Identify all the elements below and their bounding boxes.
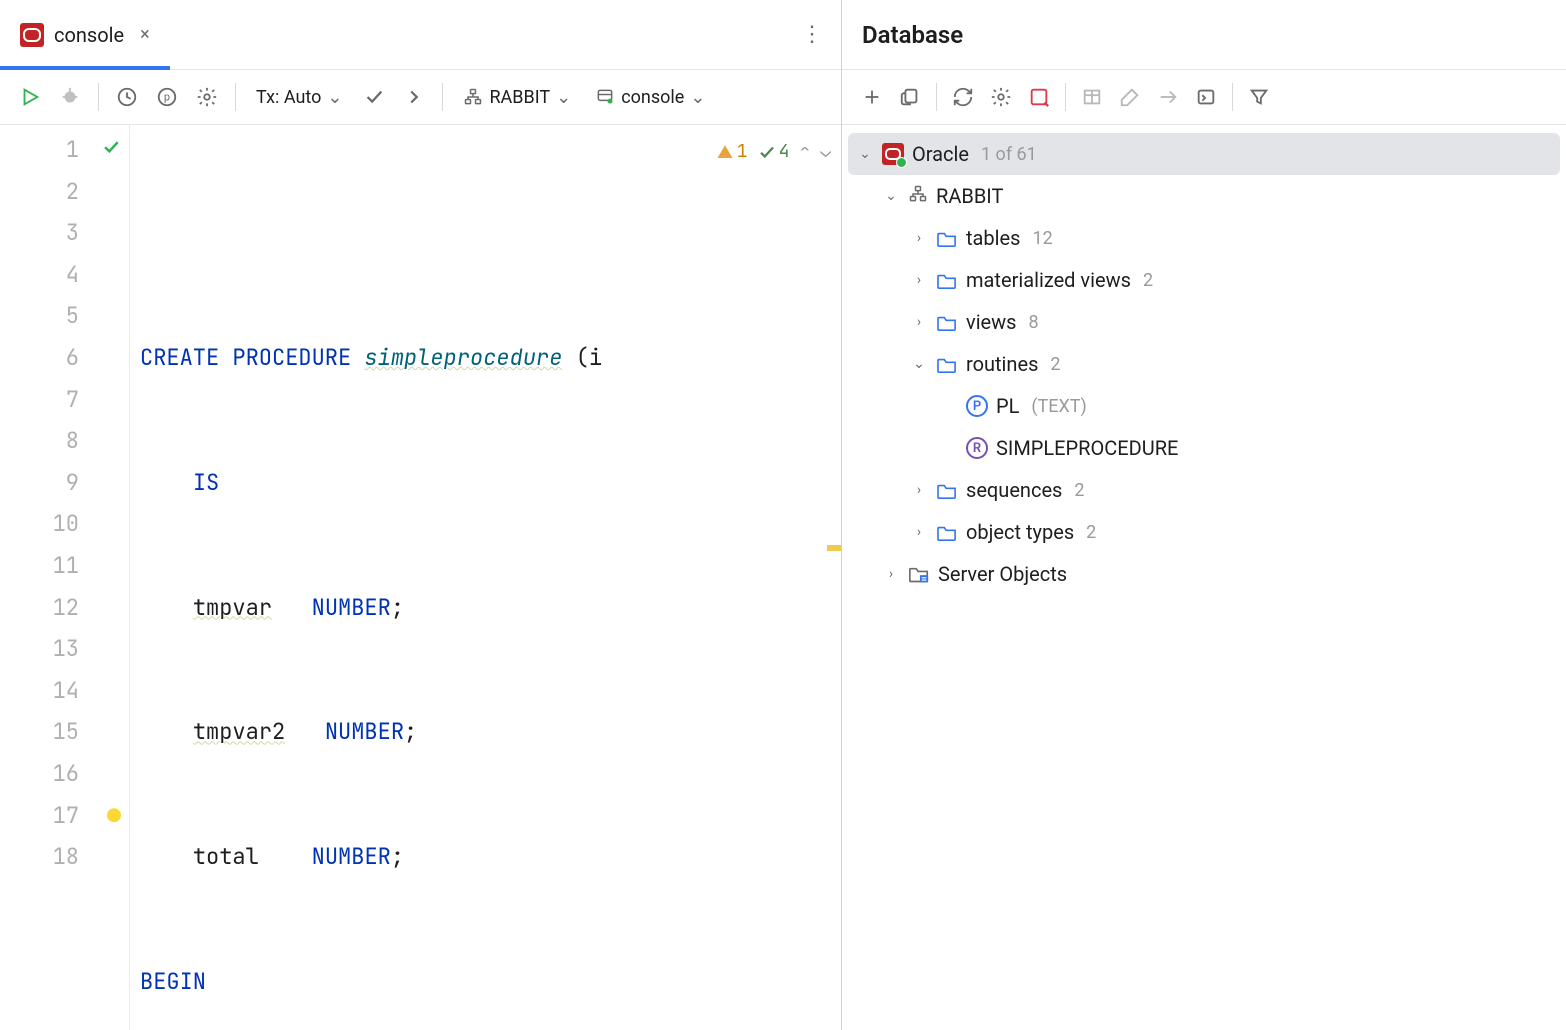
tree-folder-object-types[interactable]: › object types 2 <box>848 511 1560 553</box>
commit-button[interactable] <box>358 81 390 113</box>
tab-bar: console × ⋮ <box>0 0 841 70</box>
tab-label: console <box>54 23 124 47</box>
add-button[interactable] <box>856 81 888 113</box>
refresh-button[interactable] <box>947 81 979 113</box>
chevron-down-icon: ⌄ <box>856 146 874 162</box>
explain-plan-button[interactable]: p <box>151 81 183 113</box>
chevron-right-icon: › <box>910 314 928 330</box>
database-tree[interactable]: ⌄ Oracle 1 of 61 ⌄ RABBIT › tables 12 › … <box>842 125 1566 1030</box>
code-editor[interactable]: 1 2 3 4 5 6 7 8 9 10 11 12 13 14 15 16 1… <box>0 125 841 1030</box>
tx-label: Tx: Auto <box>256 87 321 108</box>
folder-icon <box>936 229 958 247</box>
properties-button[interactable] <box>985 81 1017 113</box>
tree-folder-routines[interactable]: ⌄ routines 2 <box>848 343 1560 385</box>
inspection-status[interactable]: 1 4 ⌃ ⌄ <box>716 131 831 173</box>
folder-icon <box>936 481 958 499</box>
close-icon[interactable]: × <box>140 24 150 45</box>
chevron-right-icon: › <box>882 566 900 582</box>
typo-badge[interactable]: 4 <box>758 131 790 173</box>
tree-routine-pl[interactable]: P PL (TEXT) <box>848 385 1560 427</box>
tree-routine-simpleprocedure[interactable]: R SIMPLEPROCEDURE <box>848 427 1560 469</box>
chevron-down-icon: ⌄ <box>327 87 342 108</box>
tree-server-objects[interactable]: › Server Objects <box>848 553 1560 595</box>
panel-title: Database <box>862 21 963 49</box>
folder-icon <box>936 523 958 541</box>
run-button[interactable] <box>14 81 46 113</box>
gutter: 1 2 3 4 5 6 7 8 9 10 11 12 13 14 15 16 1… <box>0 125 130 1030</box>
debug-button[interactable] <box>54 81 86 113</box>
database-toolbar <box>842 70 1566 125</box>
schema-dropdown[interactable]: RABBIT ⌄ <box>455 87 579 108</box>
folder-icon <box>936 355 958 373</box>
tree-folder-views[interactable]: › views 8 <box>848 301 1560 343</box>
tx-mode-dropdown[interactable]: Tx: Auto ⌄ <box>248 87 350 108</box>
oracle-icon <box>882 143 904 165</box>
svg-text:p: p <box>164 91 170 104</box>
scrollbar-marker[interactable] <box>827 545 841 551</box>
chevron-right-icon: › <box>910 230 928 246</box>
folder-icon <box>936 313 958 331</box>
schema-icon <box>908 184 928 209</box>
chevron-right-icon: › <box>910 524 928 540</box>
prev-highlight[interactable]: ⌃ <box>799 131 810 173</box>
rollback-button[interactable] <box>398 81 430 113</box>
oracle-icon <box>20 23 44 47</box>
schema-label: RABBIT <box>489 87 550 108</box>
chevron-down-icon: ⌄ <box>910 356 928 372</box>
chevron-down-icon: ⌄ <box>556 87 571 108</box>
warning-badge[interactable]: 1 <box>716 131 748 173</box>
jump-button[interactable] <box>1152 81 1184 113</box>
procedure-icon: P <box>966 395 988 417</box>
tab-overflow-menu[interactable]: ⋮ <box>801 22 823 47</box>
chevron-right-icon: › <box>910 272 928 288</box>
edit-button[interactable] <box>1114 81 1146 113</box>
tab-console[interactable]: console × <box>0 0 170 69</box>
tree-folder-sequences[interactable]: › sequences 2 <box>848 469 1560 511</box>
tree-datasource-oracle[interactable]: ⌄ Oracle 1 of 61 <box>848 133 1560 175</box>
history-button[interactable] <box>111 81 143 113</box>
server-objects-icon <box>908 564 930 584</box>
editor-toolbar: p Tx: Auto ⌄ RABBIT ⌄ console ⌄ <box>0 70 841 125</box>
database-panel-header: Database <box>842 0 1566 70</box>
chevron-down-icon: ⌄ <box>690 87 705 108</box>
tree-folder-tables[interactable]: › tables 12 <box>848 217 1560 259</box>
routine-icon: R <box>966 437 988 459</box>
connection-label: console <box>621 87 684 108</box>
intention-bulb-icon[interactable] <box>107 795 121 837</box>
console-button[interactable] <box>1190 81 1222 113</box>
next-highlight[interactable]: ⌄ <box>820 131 831 173</box>
connection-dropdown[interactable]: console ⌄ <box>587 87 713 108</box>
checkmark-icon <box>101 129 121 171</box>
code-area[interactable]: 1 4 ⌃ ⌄ CREATE PROCEDURE simpleprocedure… <box>130 125 841 1030</box>
filter-button[interactable] <box>1243 81 1275 113</box>
folder-icon <box>936 271 958 289</box>
tree-schema-rabbit[interactable]: ⌄ RABBIT <box>848 175 1560 217</box>
settings-button[interactable] <box>191 81 223 113</box>
duplicate-button[interactable] <box>894 81 926 113</box>
chevron-down-icon: ⌄ <box>882 188 900 204</box>
chevron-right-icon: › <box>910 482 928 498</box>
stop-button[interactable] <box>1023 81 1055 113</box>
tree-folder-mviews[interactable]: › materialized views 2 <box>848 259 1560 301</box>
table-view-button[interactable] <box>1076 81 1108 113</box>
